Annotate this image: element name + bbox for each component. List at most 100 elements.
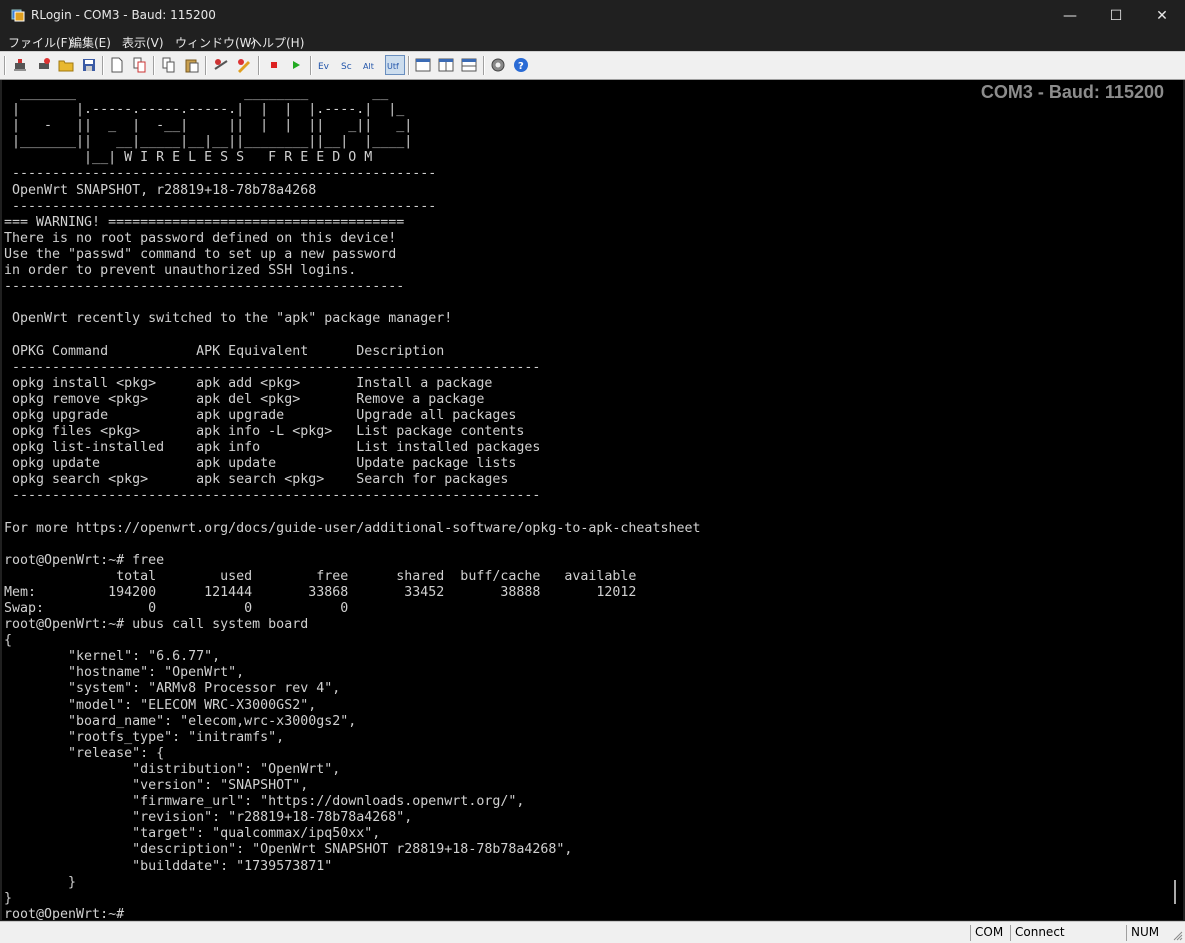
status-connect: Connect xyxy=(1010,925,1123,941)
terminal-line: ----------------------------------------… xyxy=(4,488,541,504)
svg-text:Alt: Alt xyxy=(363,62,374,71)
terminal-line: opkg update apk update Update package li… xyxy=(4,456,517,472)
terminal-line: root@OpenWrt:~# xyxy=(4,906,125,920)
connection-overlay: COM3 - Baud: 115200 xyxy=(980,82,1164,102)
window-split-icon xyxy=(438,58,454,72)
copy-button[interactable] xyxy=(160,56,178,74)
scrollbar-thumb[interactable] xyxy=(1174,880,1176,904)
terminal-line: "system": "ARMv8 Processor rev 4", xyxy=(4,681,341,697)
utf-icon: Utf xyxy=(387,62,399,71)
menu-view[interactable]: 表示(V) xyxy=(122,34,164,51)
terminal-line: { xyxy=(4,633,13,649)
terminal-line: } xyxy=(4,874,77,890)
terminal-line: "hostname": "OpenWrt", xyxy=(4,665,245,681)
minimize-icon: — xyxy=(1063,7,1077,24)
window-single-button[interactable] xyxy=(414,56,432,74)
terminal-line: "version": "SNAPSHOT", xyxy=(4,778,309,794)
maximize-icon: ☐ xyxy=(1109,7,1123,24)
screen-icon: Sc xyxy=(341,62,352,72)
save-button[interactable] xyxy=(80,56,98,74)
terminal-line: in order to prevent unauthorized SSH log… xyxy=(4,263,357,279)
window-title: RLogin - COM3 - Baud: 115200 xyxy=(31,8,216,22)
menu-window[interactable]: ウィンドウ(W) xyxy=(175,34,256,51)
new-document-icon xyxy=(111,57,123,73)
send-file-button[interactable] xyxy=(212,56,230,74)
menu-edit[interactable]: 編集(E) xyxy=(70,34,111,51)
copy-document-icon xyxy=(133,57,146,73)
paste-button[interactable] xyxy=(183,56,201,74)
terminal-line: opkg list-installed apk info List instal… xyxy=(4,440,541,456)
terminal-line: opkg install <pkg> apk add <pkg> Install… xyxy=(4,375,493,391)
send-file-icon xyxy=(214,59,228,70)
resize-grip-icon[interactable] xyxy=(1173,931,1183,941)
terminal-line: "board_name": "elecom,wrc-x3000gs2", xyxy=(4,713,357,729)
reconnect-icon xyxy=(39,58,50,69)
toolbar-separator xyxy=(258,56,260,75)
terminal-line: |__| W I R E L E S S F R E E D O M xyxy=(4,150,373,166)
script-button[interactable] xyxy=(235,56,253,74)
terminal-line: OpenWrt recently switched to the "apk" p… xyxy=(4,311,453,327)
terminal-line: For more https://openwrt.org/docs/guide-… xyxy=(4,520,701,536)
new-connection-button[interactable] xyxy=(11,56,29,74)
settings-button[interactable] xyxy=(489,56,507,74)
help-icon: ? xyxy=(514,58,528,72)
terminal-line: Mem: 194200 121444 33868 33452 38888 120… xyxy=(4,584,637,600)
rlogin-app-icon[interactable] xyxy=(11,8,25,22)
minimize-button[interactable]: — xyxy=(1047,0,1093,31)
terminal-line: } xyxy=(4,890,13,906)
settings-icon xyxy=(491,58,505,72)
open-folder-icon xyxy=(58,60,74,72)
new-connection-icon xyxy=(14,59,26,71)
copy-icon xyxy=(162,57,175,73)
terminal-line: Use the "passwd" command to set up a new… xyxy=(4,246,397,262)
new-document-button[interactable] xyxy=(108,56,126,74)
title-bar: RLogin - COM3 - Baud: 115200 — ☐ ✕ xyxy=(0,0,1185,31)
terminal-line: root@OpenWrt:~# ubus call system board xyxy=(4,617,309,633)
svg-text:Sc: Sc xyxy=(341,62,352,72)
stop-icon xyxy=(271,62,277,68)
open-folder-button[interactable] xyxy=(57,56,75,74)
terminal-line: ----------------------------------------… xyxy=(4,198,437,214)
event-icon: Ev xyxy=(318,62,330,72)
toolbar-separator xyxy=(102,56,104,75)
terminal-line: opkg upgrade apk upgrade Upgrade all pac… xyxy=(4,407,517,423)
menu-bar: ファイル(F) 編集(E) 表示(V) ウィンドウ(W) ヘルプ(H) xyxy=(0,31,1185,51)
stop-button[interactable] xyxy=(265,56,283,74)
toolbar-separator xyxy=(4,56,6,75)
toolbar-separator xyxy=(408,56,410,75)
reconnect-button[interactable] xyxy=(35,56,53,74)
terminal-line: _______ ________ __ xyxy=(4,86,389,101)
terminal-line: There is no root password defined on thi… xyxy=(4,230,397,246)
event-button[interactable]: Ev xyxy=(316,56,334,74)
window-tile-button[interactable] xyxy=(460,56,478,74)
svg-text:Utf: Utf xyxy=(387,62,399,71)
toolbar-separator xyxy=(153,56,155,75)
terminal-line: ----------------------------------------… xyxy=(4,166,437,182)
window-split-button[interactable] xyxy=(437,56,455,74)
copy-document-button[interactable] xyxy=(131,56,149,74)
close-button[interactable]: ✕ xyxy=(1139,0,1185,31)
help-button[interactable]: ? xyxy=(512,56,530,74)
toolbar-separator xyxy=(310,56,312,75)
terminal-view[interactable]: _______ ________ __ | |.-----.-----.----… xyxy=(2,80,1170,920)
menu-help[interactable]: ヘルプ(H) xyxy=(250,34,304,51)
alt-icon: Alt xyxy=(363,62,374,71)
toolbar-separator xyxy=(483,56,485,75)
maximize-button[interactable]: ☐ xyxy=(1093,0,1139,31)
paste-icon xyxy=(185,59,199,73)
status-num: NUM xyxy=(1126,925,1165,941)
terminal-output: _______ ________ __ | |.-----.-----.----… xyxy=(4,86,700,920)
terminal-line: total used free shared buff/cache availa… xyxy=(4,568,637,584)
play-button[interactable] xyxy=(287,56,305,74)
status-com: COM xyxy=(970,925,1009,941)
screen-button[interactable]: Sc xyxy=(339,56,357,74)
terminal-line: | |.-----.-----.-----.| | | |.----.| |_ xyxy=(4,102,405,118)
toolbar-separator xyxy=(205,56,207,75)
toolbar: Ev Sc Alt Utf ? xyxy=(0,51,1185,80)
utf-button[interactable]: Utf xyxy=(385,55,405,75)
terminal-line: "description": "OpenWrt SNAPSHOT r28819+… xyxy=(4,842,573,858)
terminal-line: "release": { xyxy=(4,745,165,761)
terminal-scrollbar[interactable] xyxy=(1170,80,1183,920)
alt-button[interactable]: Alt xyxy=(362,56,380,74)
menu-file[interactable]: ファイル(F) xyxy=(8,34,72,51)
